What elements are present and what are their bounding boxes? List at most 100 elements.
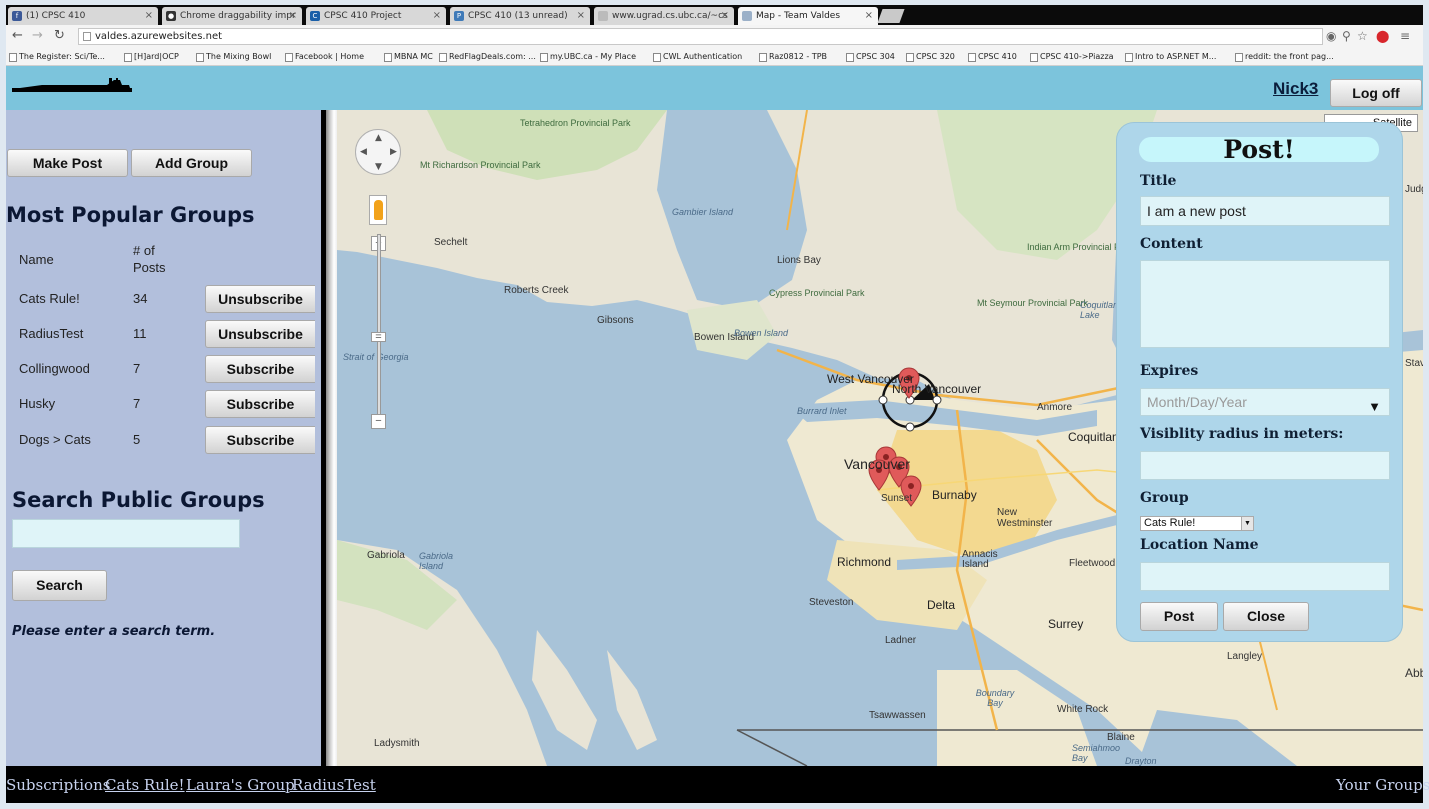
map-label: Sunset <box>881 493 913 504</box>
bookmark-item[interactable]: The Register: Sci/Te... <box>8 50 105 63</box>
subscriptions-label: Subscriptions <box>6 776 111 794</box>
url-text: valdes.azurewebsites.net <box>95 31 223 42</box>
browser-window: f (1) CPSC 410 × ● Chrome draggability i… <box>0 0 1429 809</box>
close-icon[interactable]: × <box>865 7 873 25</box>
bookmark-item[interactable]: Intro to ASP.NET M... <box>1124 50 1216 63</box>
close-icon[interactable]: × <box>577 7 585 25</box>
map-label: Lions Bay <box>777 255 821 266</box>
footer-group-link[interactable]: Cats Rule! <box>105 776 185 794</box>
post-count: 7 <box>133 396 141 411</box>
bookmark-item[interactable]: Facebook | Home <box>284 50 364 63</box>
street-view-pegman-icon[interactable] <box>369 195 387 225</box>
map-label: Steveston <box>809 597 854 608</box>
star-icon[interactable]: ☆ <box>1357 29 1368 43</box>
bookmark-item[interactable]: my.UBC.ca - My Place <box>539 50 636 63</box>
tab-6-active[interactable]: Map - Team Valdes × <box>738 7 878 25</box>
pan-right-icon[interactable]: ▶ <box>390 147 397 157</box>
group-select[interactable]: Cats Rule! ▼ <box>1140 516 1254 531</box>
bookmark-item[interactable]: CPSC 304 <box>845 50 895 63</box>
content-textarea[interactable] <box>1140 260 1390 348</box>
close-icon[interactable]: × <box>289 7 297 25</box>
page-icon <box>598 11 608 21</box>
pan-left-icon[interactable]: ◀ <box>360 147 367 157</box>
tab-1[interactable]: f (1) CPSC 410 × <box>8 7 158 25</box>
chevron-down-icon: ▼ <box>1241 517 1253 530</box>
map-label: Gabriola <box>367 550 405 561</box>
map-label: Bowen Island <box>734 328 789 338</box>
tab-4[interactable]: P CPSC 410 (13 unread) × <box>450 7 590 25</box>
make-post-button[interactable]: Make Post <box>7 149 128 177</box>
reload-icon[interactable]: ↻ <box>54 28 65 44</box>
opera-icon[interactable]: ⬤ <box>1376 29 1389 43</box>
search-button[interactable]: Search <box>12 570 107 601</box>
group-label: Group <box>1140 490 1189 506</box>
map-marker[interactable] <box>899 474 923 510</box>
address-bar[interactable]: valdes.azurewebsites.net <box>78 28 1323 45</box>
zoom-out-button[interactable]: − <box>371 414 386 429</box>
bookmark-item[interactable]: CPSC 320 <box>905 50 955 63</box>
map-label: Fleetwood <box>1069 558 1116 569</box>
expires-dropdown[interactable]: Month/Day/Year ▼ <box>1140 388 1390 416</box>
tab-3[interactable]: C CPSC 410 Project × <box>306 7 446 25</box>
zoom-icon[interactable]: ⚲ <box>1342 29 1351 43</box>
map-label: Annacis Island <box>962 549 998 570</box>
bookmark-item[interactable]: CWL Authentication <box>652 50 742 63</box>
radius-input[interactable] <box>1140 451 1390 480</box>
your-groups-link[interactable]: Your Groups <box>1336 776 1429 794</box>
close-icon[interactable]: × <box>433 7 441 25</box>
subscribe-button[interactable]: Subscribe <box>205 355 315 383</box>
title-input[interactable]: I am a new post <box>1140 196 1390 226</box>
close-button[interactable]: Close <box>1223 602 1309 631</box>
map-label: Blaine <box>1107 732 1135 743</box>
page-icon <box>83 32 91 41</box>
pan-down-icon[interactable]: ▼ <box>375 162 382 172</box>
tab-5[interactable]: www.ugrad.cs.ubc.ca/~cs × <box>594 7 734 25</box>
bookmark-item[interactable]: reddit: the front pag... <box>1234 50 1334 63</box>
app-header: Nick3 Log off <box>6 66 1423 110</box>
bookmark-item[interactable]: Raz0812 - TPB <box>758 50 827 63</box>
bookmarks-bar: The Register: Sci/Te... [H]ard|OCP The M… <box>6 47 1423 66</box>
map-label: Gabriola Island <box>419 551 454 571</box>
map-label: Gibsons <box>597 315 634 326</box>
sidebar: Make Post Add Group Most Popular Groups … <box>6 110 318 766</box>
tab-2[interactable]: ● Chrome draggability impr × <box>162 7 302 25</box>
post-button[interactable]: Post <box>1140 602 1218 631</box>
close-icon[interactable]: × <box>721 7 729 25</box>
back-icon[interactable]: ← <box>12 28 23 44</box>
username-link[interactable]: Nick3 <box>1273 79 1318 99</box>
logoff-button[interactable]: Log off <box>1330 79 1422 107</box>
bookmark-item[interactable]: RedFlagDeals.com: ... <box>438 50 536 63</box>
menu-icon[interactable]: ≡ <box>1400 29 1410 43</box>
bookmark-item[interactable]: CPSC 410 <box>967 50 1017 63</box>
panel-divider[interactable] <box>318 110 337 766</box>
location-input[interactable] <box>1140 562 1390 591</box>
unsubscribe-button[interactable]: Unsubscribe <box>205 285 315 313</box>
bookmark-item[interactable]: MBNA MC <box>383 50 433 63</box>
close-icon[interactable]: × <box>145 7 153 25</box>
unsubscribe-button[interactable]: Unsubscribe <box>205 320 315 348</box>
zoom-slider-handle[interactable]: = <box>371 332 386 343</box>
post-dialog: Post! Title I am a new post Content Expi… <box>1116 122 1403 642</box>
footer-group-link[interactable]: Laura's Group <box>186 776 295 794</box>
bookmark-item[interactable]: [H]ard|OCP <box>123 50 179 63</box>
map-label: Mt Seymour Provincial Park <box>977 298 1089 308</box>
bookmark-item[interactable]: The Mixing Bowl <box>195 50 271 63</box>
location-icon[interactable]: ◉ <box>1326 29 1336 43</box>
new-tab-button[interactable] <box>877 9 905 23</box>
tab-title: www.ugrad.cs.ubc.ca/~cs <box>612 11 728 21</box>
web-page: Nick3 Log off Make Post Add Group Most P… <box>6 66 1429 803</box>
bookmark-item[interactable]: CPSC 410->Piazza <box>1029 50 1114 63</box>
github-icon: ● <box>166 11 176 21</box>
forward-icon[interactable]: → <box>32 28 43 44</box>
pan-up-icon[interactable]: ▲ <box>375 133 382 143</box>
footer-group-link[interactable]: RadiusTest <box>292 776 376 794</box>
add-group-button[interactable]: Add Group <box>131 149 252 177</box>
popular-groups-title: Most Popular Groups <box>6 203 255 227</box>
dialog-title: Post! <box>1139 137 1379 162</box>
zoom-slider-track[interactable] <box>377 234 381 424</box>
subscribe-button[interactable]: Subscribe <box>205 390 315 418</box>
ship-logo-icon[interactable] <box>12 78 132 100</box>
map-pan-control[interactable]: ▲ ▼ ◀ ▶ <box>355 129 401 175</box>
search-input[interactable] <box>12 519 240 548</box>
subscribe-button[interactable]: Subscribe <box>205 426 315 454</box>
